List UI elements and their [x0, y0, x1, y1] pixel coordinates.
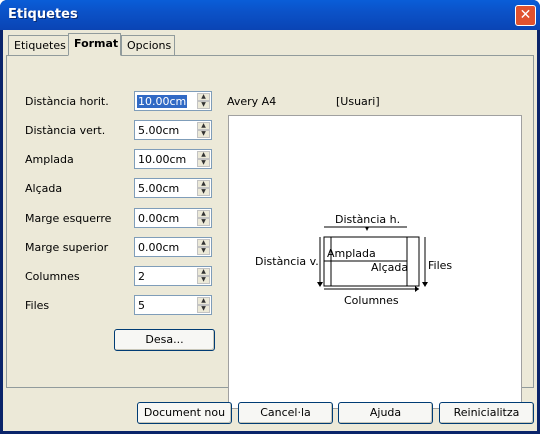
rows-spinner[interactable]: 5 ▲ ▼ [134, 295, 212, 315]
label-width: Amplada [25, 153, 74, 166]
preview-diagram: Distància h. Distància v. Amplada Alçada… [255, 213, 452, 307]
tab-opcions[interactable]: Opcions [121, 35, 175, 55]
spin-up-icon[interactable]: ▲ [197, 151, 210, 159]
spin-down-icon[interactable]: ▼ [197, 159, 210, 167]
label-type: [Usuari] [336, 95, 380, 108]
spin-up-icon[interactable]: ▲ [197, 180, 210, 188]
help-button[interactable]: Ajuda [338, 402, 433, 424]
preview-height-text: Alçada [371, 261, 408, 274]
spinner-value: 2 [138, 270, 145, 283]
spin-up-icon[interactable]: ▲ [197, 93, 210, 101]
spin-up-icon[interactable]: ▲ [197, 239, 210, 247]
spinner-value: 0.00cm [138, 241, 180, 254]
spinner-value: 0.00cm [138, 212, 180, 225]
top-margin-spinner[interactable]: 0.00cm ▲ ▼ [134, 237, 212, 257]
spinner-value: 5 [138, 299, 145, 312]
label-vert-pitch: Distància vert. [25, 124, 106, 137]
tab-label: Etiquetes [14, 39, 66, 52]
reset-label: Reinicialitza [453, 406, 520, 419]
spin-down-icon[interactable]: ▼ [197, 101, 210, 109]
tab-format[interactable]: Format [68, 33, 121, 56]
arrow-down-icon [365, 227, 369, 231]
cancel-label: Cancel·la [260, 406, 311, 419]
spin-up-icon[interactable]: ▲ [197, 297, 210, 305]
spin-up-icon[interactable]: ▲ [197, 122, 210, 130]
reset-button[interactable]: Reinicialitza [439, 402, 534, 424]
spin-up-icon[interactable]: ▲ [197, 268, 210, 276]
format-tab-panel: Avery A4 [Usuari] Distància horit. 10.00… [6, 55, 534, 409]
close-button[interactable]: ✕ [515, 5, 536, 26]
spinner-value: 10.00cm [138, 153, 187, 166]
spin-down-icon[interactable]: ▼ [197, 188, 210, 196]
spin-down-icon[interactable]: ▼ [197, 247, 210, 255]
tab-etiquetes[interactable]: Etiquetes [8, 35, 69, 55]
save-button[interactable]: Desa... [114, 329, 215, 351]
spin-down-icon[interactable]: ▼ [197, 218, 210, 226]
spin-up-icon[interactable]: ▲ [197, 210, 210, 218]
height-spinner[interactable]: 5.00cm ▲ ▼ [134, 178, 212, 198]
left-margin-spinner[interactable]: 0.00cm ▲ ▼ [134, 208, 212, 228]
preview-vert-pitch-text: Distància v. [255, 255, 319, 268]
save-button-label: Desa... [145, 333, 184, 346]
arrow-down-icon [317, 282, 323, 287]
title-bar[interactable]: Etiquetes ✕ [0, 0, 540, 30]
dialog-window: Etiquetes ✕ Etiquetes Format Opcions Ave… [0, 0, 540, 434]
close-icon: ✕ [519, 7, 532, 23]
tab-label: Opcions [127, 39, 172, 52]
preview-horiz-pitch-text: Distància h. [335, 213, 400, 226]
spin-down-icon[interactable]: ▼ [197, 276, 210, 284]
label-left-margin: Marge esquerre [25, 212, 112, 225]
vert-pitch-spinner[interactable]: 5.00cm ▲ ▼ [134, 120, 212, 140]
label-horiz-pitch: Distància horit. [25, 95, 109, 108]
label-columns: Columnes [25, 270, 80, 283]
label-top-margin: Marge superior [25, 241, 109, 254]
label-rows: Files [25, 299, 50, 312]
new-document-button[interactable]: Document nou [137, 402, 232, 424]
columns-spinner[interactable]: 2 ▲ ▼ [134, 266, 212, 286]
new-document-label: Document nou [143, 406, 226, 419]
preview-width-text: Amplada [327, 247, 376, 260]
arrow-right-icon [415, 286, 419, 292]
spinner-value: 5.00cm [138, 124, 180, 137]
spinner-value: 5.00cm [138, 182, 180, 195]
horiz-pitch-spinner[interactable]: 10.00cm ▲ ▼ [134, 91, 212, 111]
spin-down-icon[interactable]: ▼ [197, 130, 210, 138]
preview-columns-text: Columnes [344, 294, 399, 307]
spin-down-icon[interactable]: ▼ [197, 305, 210, 313]
arrow-down-icon [422, 282, 428, 287]
cancel-button[interactable]: Cancel·la [238, 402, 333, 424]
dialog-client-area: Etiquetes Format Opcions Avery A4 [Usuar… [3, 30, 537, 431]
label-brand: Avery A4 [227, 95, 277, 108]
spinner-value: 10.00cm [137, 95, 188, 108]
tab-label: Format [74, 37, 119, 50]
label-height: Alçada [25, 182, 63, 195]
preview-rows-text: Files [428, 259, 452, 272]
width-spinner[interactable]: 10.00cm ▲ ▼ [134, 149, 212, 169]
help-label: Ajuda [369, 406, 402, 419]
window-title: Etiquetes [8, 7, 78, 22]
label-preview: Distància h. Distància v. Amplada Alçada… [228, 115, 522, 409]
